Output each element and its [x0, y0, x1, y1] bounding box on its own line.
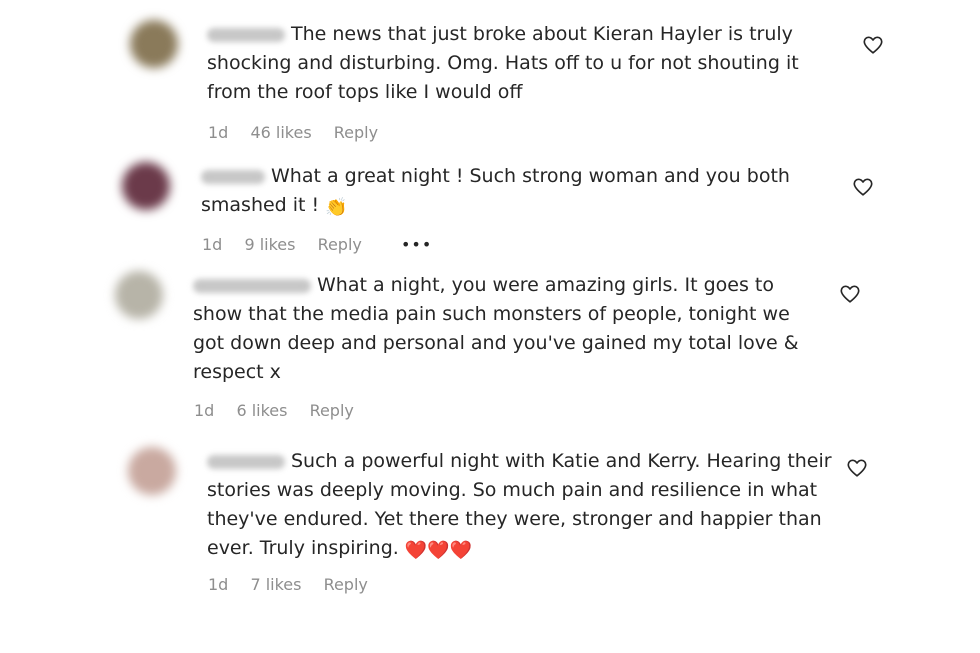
reply-button[interactable]: Reply — [318, 235, 362, 254]
username[interactable] — [207, 27, 285, 42]
comment-text: What a night, you were amazing girls. It… — [193, 274, 799, 383]
username[interactable] — [207, 454, 285, 469]
reply-button[interactable]: Reply — [310, 401, 354, 420]
like-count[interactable]: 7 likes — [250, 575, 301, 594]
like-count[interactable]: 6 likes — [236, 401, 287, 420]
avatar[interactable] — [130, 20, 178, 68]
avatar[interactable] — [115, 271, 163, 319]
red-heart-emoji: ❤️❤️❤️ — [404, 540, 473, 561]
username[interactable] — [193, 278, 311, 293]
heart-outline-icon[interactable] — [839, 283, 861, 305]
comment-time: 1d — [208, 123, 229, 142]
comment-item: The news that just broke about Kieran Ha… — [0, 0, 980, 150]
more-options-icon[interactable]: ••• — [401, 235, 432, 254]
heart-outline-icon[interactable] — [862, 34, 884, 56]
comment-text: Such a powerful night with Katie and Ker… — [207, 450, 832, 561]
clap-emoji: 👏 — [325, 197, 348, 218]
comment-time: 1d — [208, 575, 229, 594]
heart-outline-icon[interactable] — [846, 457, 868, 479]
comment-item: What a night, you were amazing girls. It… — [0, 265, 980, 435]
avatar[interactable] — [128, 447, 176, 495]
comment-meta: 1d 7 likes Reply — [208, 575, 385, 594]
heart-outline-icon[interactable] — [852, 176, 874, 198]
comment-item: Such a powerful night with Katie and Ker… — [0, 435, 980, 615]
comment-meta: 1d 46 likes Reply — [208, 123, 395, 142]
reply-button[interactable]: Reply — [334, 123, 378, 142]
comment-meta: 1d 9 likes Reply ••• — [202, 235, 449, 254]
like-count[interactable]: 9 likes — [244, 235, 295, 254]
avatar[interactable] — [122, 162, 170, 210]
username[interactable] — [201, 169, 265, 184]
comment-item: What a great night ! Such strong woman a… — [0, 150, 980, 265]
comment-text: What a great night ! Such strong woman a… — [201, 165, 790, 218]
reply-button[interactable]: Reply — [324, 575, 368, 594]
comment-time: 1d — [194, 401, 215, 420]
like-count[interactable]: 46 likes — [250, 123, 311, 142]
comment-meta: 1d 6 likes Reply — [194, 401, 371, 420]
comment-text: The news that just broke about Kieran Ha… — [207, 23, 799, 103]
comment-time: 1d — [202, 235, 223, 254]
